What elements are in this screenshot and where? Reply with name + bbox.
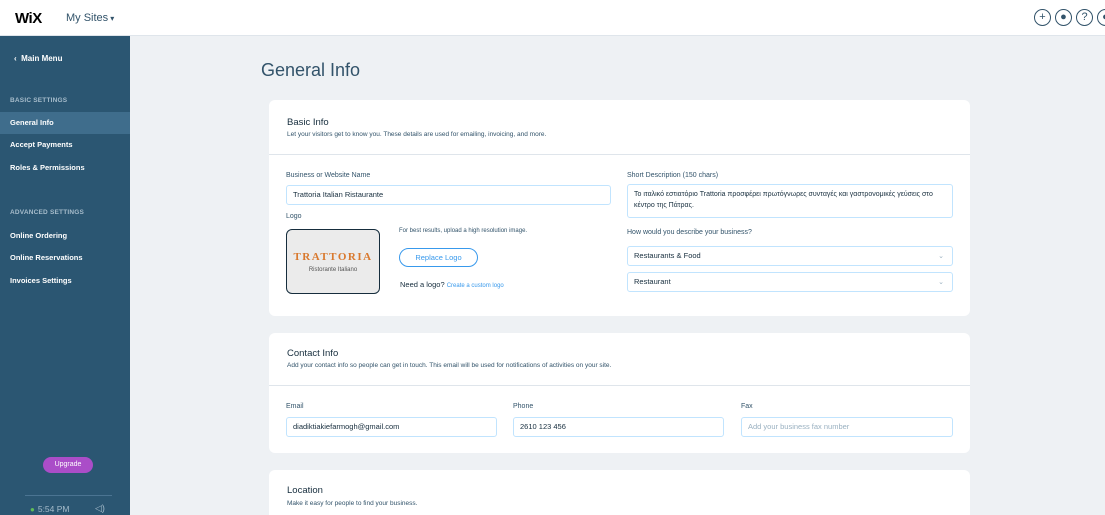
business-subcategory-value: Restaurant	[634, 277, 671, 286]
business-subcategory-select[interactable]: Restaurant ⌄	[627, 272, 953, 292]
replace-logo-button[interactable]: Replace Logo	[399, 248, 478, 267]
chevron-down-icon: ▾	[110, 14, 115, 23]
top-bar: WiX My Sites▾ + ● ? ●	[0, 0, 1105, 36]
create-logo-link[interactable]: Create a custom logo	[447, 283, 504, 289]
short-description-label: Short Description (150 chars)	[627, 172, 719, 179]
basic-info-subtitle: Let your visitors get to know you. These…	[287, 131, 547, 138]
logo-label: Logo	[286, 213, 302, 220]
logo-tip: For best results, upload a high resoluti…	[399, 228, 528, 234]
online-status-icon: ●	[30, 505, 35, 514]
sidebar-divider	[25, 495, 112, 496]
help-icon[interactable]: ?	[1076, 9, 1093, 26]
sidebar-time: ● 5:54 PM	[30, 504, 70, 514]
contact-info-subtitle: Add your contact info so people can get …	[287, 362, 612, 369]
speaker-icon[interactable]: ◁)	[95, 503, 105, 514]
business-name-label: Business or Website Name	[286, 172, 371, 179]
sidebar-item-invoices-settings[interactable]: Invoices Settings	[0, 270, 130, 292]
time-label: 5:54 PM	[37, 504, 70, 514]
main-menu-label: Main Menu	[21, 54, 63, 63]
contact-info-card: Contact Info Add your contact info so pe…	[269, 333, 970, 453]
email-label: Email	[286, 403, 304, 410]
advanced-settings-heading: ADVANCED SETTINGS	[10, 209, 85, 216]
upgrade-button[interactable]: Upgrade	[43, 457, 93, 473]
email-field[interactable]: diadiktiakiefarmogh@gmail.com	[286, 417, 497, 437]
chevron-down-icon: ⌄	[938, 253, 944, 260]
contact-info-header: Contact Info Add your contact info so pe…	[269, 333, 970, 386]
business-category-value: Restaurants & Food	[634, 251, 701, 260]
business-category-select[interactable]: Restaurants & Food ⌄	[627, 246, 953, 266]
basic-settings-heading: BASIC SETTINGS	[10, 97, 68, 104]
logo-preview[interactable]: TRATTORIA Ristorante Italiano	[286, 229, 380, 294]
basic-info-header: Basic Info Let your visitors get to know…	[269, 100, 970, 155]
sidebar-item-online-reservations[interactable]: Online Reservations	[0, 247, 130, 269]
sidebar-item-online-ordering[interactable]: Online Ordering	[0, 225, 130, 247]
chevron-down-icon: ⌄	[938, 279, 944, 286]
chevron-left-icon: ‹	[14, 54, 17, 63]
sidebar-item-roles-permissions[interactable]: Roles & Permissions	[0, 157, 130, 179]
phone-label: Phone	[513, 403, 534, 410]
sidebar-item-general-info[interactable]: General Info	[0, 112, 130, 134]
bell-icon[interactable]: ●	[1055, 9, 1072, 26]
page-title: General Info	[261, 60, 361, 80]
my-sites-dropdown[interactable]: My Sites ▾	[66, 12, 114, 24]
contact-info-title: Contact Info	[287, 348, 339, 359]
fax-field[interactable]: Add your business fax number	[741, 417, 953, 437]
basic-info-title: Basic Info	[287, 117, 329, 128]
logo-text-main: TRATTORIA	[293, 251, 373, 263]
basic-info-card: Basic Info Let your visitors get to know…	[269, 100, 970, 316]
business-name-input[interactable]: Trattoria Italian Ristaurante	[286, 185, 611, 205]
location-card: Location Make it easy for people to find…	[269, 470, 970, 515]
describe-business-label: How would you describe your business?	[627, 229, 752, 236]
logo-text-sub: Ristorante Italiano	[308, 267, 358, 273]
sidebar: ‹ Main Menu BASIC SETTINGS General Info …	[0, 36, 130, 515]
plus-icon[interactable]: +	[1034, 9, 1051, 26]
top-icons: + ● ? ●	[1025, 9, 1105, 29]
main-menu-link[interactable]: ‹ Main Menu	[14, 54, 62, 63]
need-logo-text: Need a logo? Create a custom logo	[400, 280, 504, 289]
my-sites-label: My Sites	[66, 12, 109, 24]
phone-field[interactable]: 2610 123 456	[513, 417, 724, 437]
need-logo-label: Need a logo?	[400, 280, 445, 289]
location-subtitle: Make it easy for people to find your bus…	[287, 500, 418, 507]
sidebar-item-accept-payments[interactable]: Accept Payments	[0, 134, 130, 156]
short-description-input[interactable]: Το ιταλικό εστιατόριο Trattoria προσφέρε…	[627, 184, 953, 218]
user-icon[interactable]: ●	[1097, 9, 1105, 26]
fax-label: Fax	[741, 403, 753, 410]
wix-logo[interactable]: WiX	[15, 10, 42, 27]
location-title: Location	[287, 485, 323, 496]
